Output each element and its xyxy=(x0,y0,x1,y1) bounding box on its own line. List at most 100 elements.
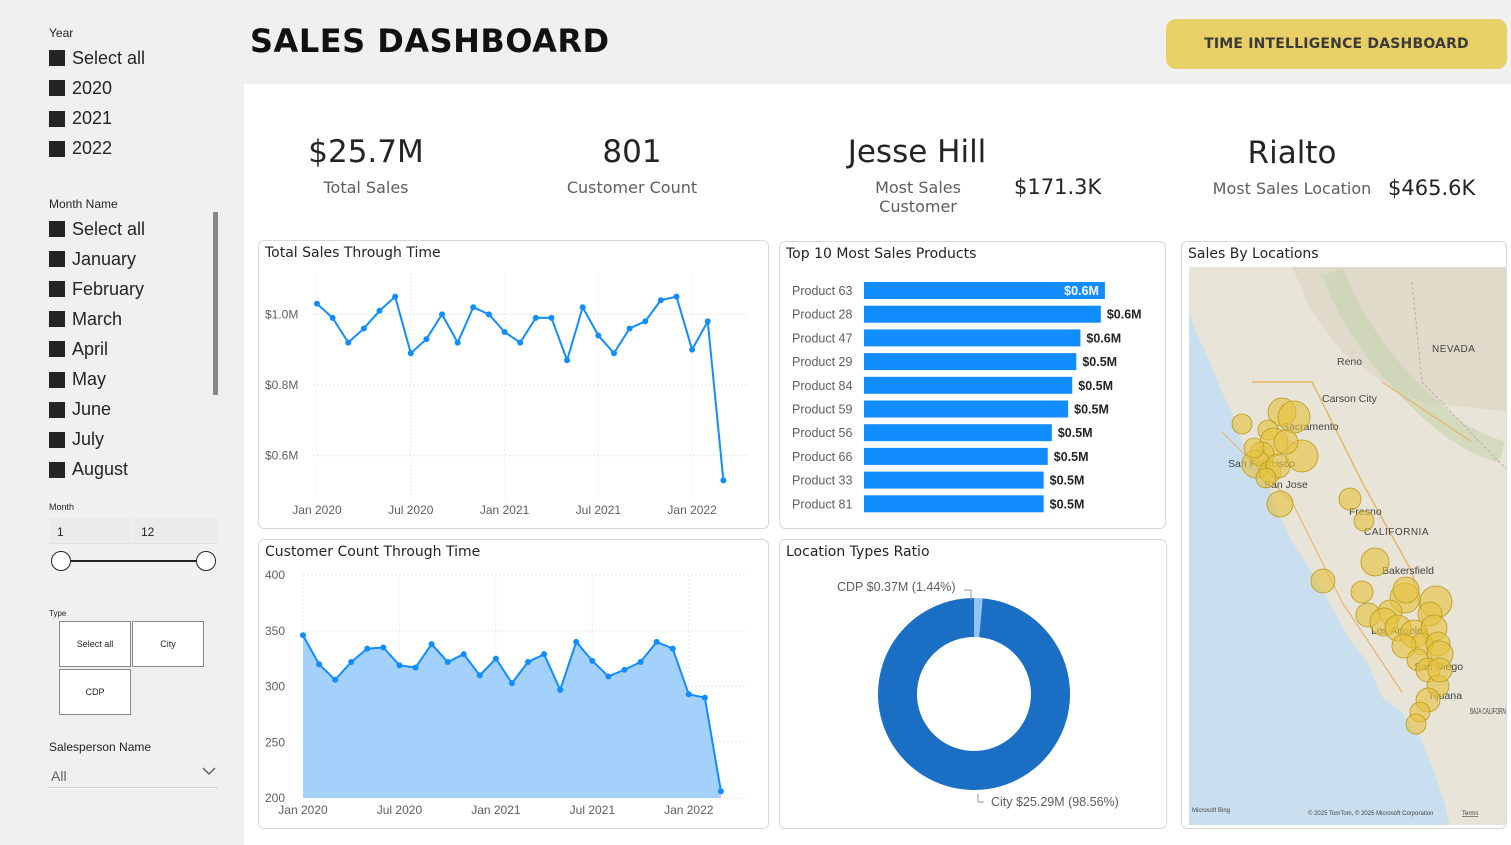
customer-data-point[interactable] xyxy=(412,664,419,671)
sales-data-point[interactable] xyxy=(673,293,680,300)
product-bar[interactable] xyxy=(864,424,1052,442)
sales-data-point[interactable] xyxy=(610,350,617,357)
customer-data-point[interactable] xyxy=(573,638,580,645)
month-option-june[interactable]: June xyxy=(49,398,111,422)
type-tile-select-all[interactable]: Select all xyxy=(59,621,131,667)
salesperson-dropdown[interactable]: All xyxy=(48,762,218,788)
map-sales-bubble[interactable] xyxy=(1310,568,1336,594)
month-range-track[interactable] xyxy=(61,560,206,562)
map-sales-bubble[interactable] xyxy=(1231,413,1253,435)
customer-data-point[interactable] xyxy=(717,788,724,795)
product-bar[interactable] xyxy=(864,376,1073,394)
sales-data-point[interactable] xyxy=(704,318,711,325)
month-option-may[interactable]: May xyxy=(49,368,106,392)
product-bar[interactable] xyxy=(864,495,1044,513)
customer-data-point[interactable] xyxy=(396,662,403,669)
product-bar[interactable] xyxy=(864,447,1048,465)
month-option-july[interactable]: July xyxy=(49,428,104,452)
sales-data-point[interactable] xyxy=(376,307,383,314)
customer-data-point[interactable] xyxy=(605,673,612,680)
customer-data-point[interactable] xyxy=(380,644,387,651)
top-products-bar-chart[interactable]: Product 63 $0.6M Product 28 $0.6M Product 47… xyxy=(780,242,1167,530)
sales-data-point[interactable] xyxy=(517,339,524,346)
map-sales-bubble[interactable] xyxy=(1243,437,1265,459)
year-option-2020[interactable]: 2020 xyxy=(49,76,112,100)
customer-data-point[interactable] xyxy=(300,632,306,639)
customer-data-point[interactable] xyxy=(348,658,355,665)
product-bar[interactable] xyxy=(864,305,1101,323)
customer-count-area-card[interactable]: Customer Count Through Time 400 350 300 250… xyxy=(258,539,769,829)
sales-data-point[interactable] xyxy=(423,336,430,343)
checkbox-icon[interactable] xyxy=(49,140,65,157)
type-tile-cdp[interactable]: CDP xyxy=(59,669,131,715)
customer-data-point[interactable] xyxy=(685,691,692,698)
map-sales-bubble[interactable] xyxy=(1266,490,1294,518)
customer-data-point[interactable] xyxy=(541,651,548,658)
sales-data-point[interactable] xyxy=(501,329,508,335)
month-option-march[interactable]: March xyxy=(49,307,122,331)
checkbox-icon[interactable] xyxy=(49,50,65,66)
sales-data-point[interactable] xyxy=(548,314,555,321)
checkbox-icon[interactable] xyxy=(49,80,65,97)
sales-data-point[interactable] xyxy=(485,311,492,318)
customer-data-point[interactable] xyxy=(701,694,708,701)
total-sales-line-card[interactable]: Total Sales Through Time $1.0M $0.8M $0.6M… xyxy=(258,240,769,529)
location-types-donut-card[interactable]: Location Types Ratio CDP $0.37M (1.44%) C… xyxy=(779,539,1167,829)
sales-data-point[interactable] xyxy=(454,339,461,346)
month-option-select-all[interactable]: Select all xyxy=(49,217,145,241)
map-sales-bubble[interactable] xyxy=(1255,467,1277,489)
sales-data-point[interactable] xyxy=(439,311,446,318)
month-option-february[interactable]: February xyxy=(49,277,144,301)
month-range-max-input[interactable]: 12 xyxy=(133,518,217,544)
sales-data-point[interactable] xyxy=(564,357,571,364)
month-option-april[interactable]: April xyxy=(49,337,108,361)
customer-data-point[interactable] xyxy=(557,686,564,693)
sales-map-card[interactable]: Sales By Locations Reno NEVADA Carson City… xyxy=(1181,241,1507,829)
sales-data-point[interactable] xyxy=(407,350,414,357)
sales-data-point[interactable] xyxy=(314,300,320,307)
checkbox-icon[interactable] xyxy=(49,371,65,388)
customer-count-area-chart[interactable]: 400350300250200Jan 2020 Jul 2020 Jan 2021 J… xyxy=(259,540,770,830)
sales-data-point[interactable] xyxy=(595,332,602,339)
checkbox-icon[interactable] xyxy=(49,311,65,328)
checkbox-icon[interactable] xyxy=(49,110,65,127)
donut-slice-city[interactable] xyxy=(877,598,1070,790)
map-sales-bubble[interactable] xyxy=(1392,576,1420,604)
sales-data-point[interactable] xyxy=(579,304,586,311)
sales-data-point[interactable] xyxy=(532,314,539,321)
sales-map[interactable]: RenoNEVADACarson CitySacramentoSan Franc… xyxy=(1182,242,1507,829)
customer-data-point[interactable] xyxy=(476,672,483,679)
customer-data-point[interactable] xyxy=(364,645,371,652)
sales-data-point[interactable] xyxy=(657,297,664,304)
month-range-max-handle[interactable] xyxy=(196,551,216,571)
customer-data-point[interactable] xyxy=(653,638,660,645)
year-option-2021[interactable]: 2021 xyxy=(49,107,112,131)
checkbox-icon[interactable] xyxy=(49,251,65,268)
customer-data-point[interactable] xyxy=(589,657,596,664)
sales-data-point[interactable] xyxy=(329,314,336,321)
sales-data-point[interactable] xyxy=(345,339,352,346)
month-range-min-input[interactable]: 1 xyxy=(49,518,131,544)
year-option-2022[interactable]: 2022 xyxy=(49,137,112,161)
map-sales-bubble[interactable] xyxy=(1338,487,1362,511)
customer-data-point[interactable] xyxy=(508,680,515,687)
checkbox-icon[interactable] xyxy=(49,281,65,298)
month-option-august[interactable]: August xyxy=(49,458,128,482)
checkbox-icon[interactable] xyxy=(49,221,65,237)
type-tile-city[interactable]: City xyxy=(132,621,204,667)
time-intelligence-nav-button[interactable]: TIME INTELLIGENCE DASHBOARD xyxy=(1166,19,1507,69)
sales-data-point[interactable] xyxy=(392,293,399,300)
checkbox-icon[interactable] xyxy=(49,401,65,418)
sales-data-point[interactable] xyxy=(720,477,727,484)
customer-data-point[interactable] xyxy=(428,641,435,648)
customer-data-point[interactable] xyxy=(525,658,532,665)
customer-data-point[interactable] xyxy=(444,658,451,665)
month-range-min-handle[interactable] xyxy=(51,551,71,571)
checkbox-icon[interactable] xyxy=(49,461,65,478)
map-sales-bubble[interactable] xyxy=(1360,547,1390,577)
sales-data-point[interactable] xyxy=(642,318,649,325)
checkbox-icon[interactable] xyxy=(49,431,65,448)
location-types-donut-chart[interactable]: CDP $0.37M (1.44%) City $25.29M (98.56%) xyxy=(780,540,1168,830)
map-sales-bubble[interactable] xyxy=(1273,429,1299,455)
customer-data-point[interactable] xyxy=(621,666,628,673)
